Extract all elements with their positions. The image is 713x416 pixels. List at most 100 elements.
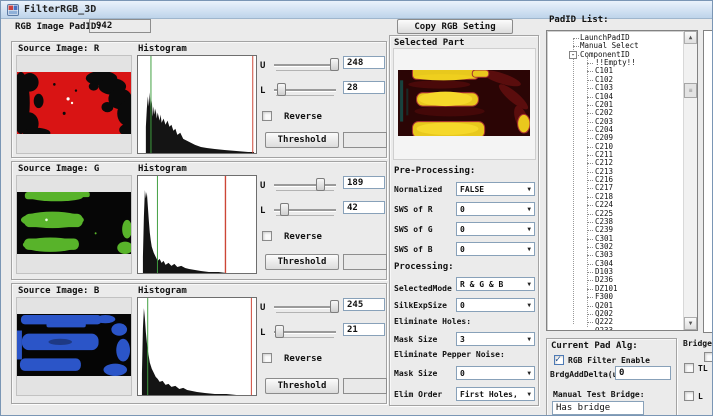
- tree-item[interactable]: C239: [547, 226, 684, 234]
- l-slider-g[interactable]: [274, 202, 336, 218]
- u-value-r[interactable]: 248: [343, 56, 385, 69]
- app-icon: [7, 4, 19, 16]
- u-slider-g[interactable]: [274, 177, 336, 193]
- tree-item[interactable]: !!Empty!!: [547, 59, 684, 67]
- tree-item[interactable]: C212: [547, 159, 684, 167]
- l-checkbox[interactable]: [684, 391, 694, 401]
- source-image-g-panel: Source Image: G Histogram: [11, 161, 387, 280]
- tree-item[interactable]: C101: [547, 67, 684, 75]
- u-label-b: U: [260, 303, 265, 313]
- l-label-g: L: [260, 206, 265, 216]
- l-value-r[interactable]: 28: [343, 81, 385, 94]
- scroll-down-icon[interactable]: ▼: [684, 317, 697, 330]
- holes-mask-dropdown[interactable]: 3 ▼: [456, 332, 535, 346]
- tree-item[interactable]: C204: [547, 126, 684, 134]
- slider-thumb[interactable]: [275, 325, 284, 338]
- tree-item[interactable]: C301: [547, 235, 684, 243]
- threshold-button-b[interactable]: Threshold: [265, 378, 339, 394]
- slider-thumb[interactable]: [316, 178, 325, 191]
- scroll-up-icon[interactable]: ▲: [684, 31, 697, 44]
- u-value-b[interactable]: 245: [343, 298, 385, 311]
- rgb-filter-checkbox[interactable]: [554, 355, 564, 365]
- tree-item[interactable]: C203: [547, 118, 684, 126]
- tree-item[interactable]: C218: [547, 193, 684, 201]
- slider-thumb[interactable]: [277, 83, 286, 96]
- tree-item[interactable]: C210: [547, 143, 684, 151]
- reverse-checkbox-r[interactable]: [262, 111, 272, 121]
- scrollbar-thumb[interactable]: ≡: [684, 83, 697, 98]
- slider-thumb[interactable]: [280, 203, 289, 216]
- reverse-label-g: Reverse: [284, 232, 322, 242]
- tree-item[interactable]: F300: [547, 293, 684, 301]
- tree-item[interactable]: C304: [547, 260, 684, 268]
- tree-item[interactable]: C202: [547, 109, 684, 117]
- tree-item[interactable]: C217: [547, 184, 684, 192]
- bridge-panel-title: Bridge: [683, 339, 712, 348]
- l-value-g[interactable]: 42: [343, 201, 385, 214]
- slider-thumb[interactable]: [330, 300, 339, 313]
- tree-item[interactable]: Q201: [547, 302, 684, 310]
- pepper-mask-dropdown[interactable]: 0 ▼: [456, 366, 535, 380]
- chevron-down-icon: ▼: [527, 186, 531, 193]
- slider-thumb[interactable]: [330, 58, 339, 71]
- tree-item[interactable]: C201: [547, 101, 684, 109]
- manual-test-bridge-input[interactable]: Has bridge: [552, 401, 644, 415]
- slider-tick-line: [276, 190, 334, 191]
- tree-item[interactable]: C209: [547, 134, 684, 142]
- reverse-checkbox-b[interactable]: [262, 353, 272, 363]
- normalized-dropdown[interactable]: FALSE ▼: [456, 182, 535, 196]
- tree-item[interactable]: C102: [547, 76, 684, 84]
- tree-item[interactable]: Q233: [547, 327, 684, 331]
- tree-item[interactable]: Q202: [547, 310, 684, 318]
- source-image-b-panel: Source Image: B Histogram: [11, 283, 387, 404]
- threshold-button-r[interactable]: Threshold: [265, 132, 339, 148]
- panel-title-b: Source Image: B: [18, 286, 99, 296]
- tree-item[interactable]: C213: [547, 168, 684, 176]
- tree-item[interactable]: C216: [547, 176, 684, 184]
- tree-item[interactable]: C211: [547, 151, 684, 159]
- bridge-checkbox-partial[interactable]: [704, 352, 713, 362]
- sws-g-dropdown[interactable]: 0 ▼: [456, 222, 535, 236]
- sws-r-dropdown[interactable]: 0 ▼: [456, 202, 535, 216]
- l-label-r: L: [260, 86, 265, 96]
- tree-item[interactable]: Q222: [547, 318, 684, 326]
- source-image-r-picture: [17, 72, 131, 134]
- tree-item[interactable]: C302: [547, 243, 684, 251]
- sws-r-label: SWS of R: [394, 205, 433, 214]
- l-label: L: [698, 392, 703, 401]
- l-value-b[interactable]: 21: [343, 323, 385, 336]
- tree-item[interactable]: C238: [547, 218, 684, 226]
- window-title: FilterRGB_3D: [24, 4, 96, 15]
- manual-test-bridge-label: Manual Test Bridge:: [553, 390, 645, 399]
- tree-item[interactable]: C104: [547, 93, 684, 101]
- u-slider-b[interactable]: [274, 299, 336, 315]
- u-value-g[interactable]: 189: [343, 176, 385, 189]
- elim-order-dropdown[interactable]: First Holes, ▼: [456, 387, 535, 401]
- tree-item[interactable]: C225: [547, 210, 684, 218]
- chevron-down-icon: ▼: [527, 391, 531, 398]
- chevron-down-icon: ▼: [527, 336, 531, 343]
- bridge-delta-input[interactable]: 0: [615, 366, 671, 380]
- reverse-label-r: Reverse: [284, 112, 322, 122]
- l-slider-r[interactable]: [274, 82, 336, 98]
- tree-item[interactable]: D103: [547, 268, 684, 276]
- selected-mode-dropdown[interactable]: R & G & B ▼: [456, 277, 535, 291]
- sws-b-dropdown[interactable]: 0 ▼: [456, 242, 535, 256]
- histogram-label-b: Histogram: [138, 286, 187, 296]
- padid-tree[interactable]: LaunchPadIDManual Select-ComponentID!!Em…: [546, 30, 698, 331]
- panel-title-g: Source Image: G: [18, 164, 99, 174]
- eliminate-holes-title: Eliminate Holes:: [394, 317, 471, 326]
- tree-item[interactable]: C224: [547, 201, 684, 209]
- copy-rgb-setting-button[interactable]: Copy RGB Seting: [397, 19, 513, 34]
- l-slider-b[interactable]: [274, 324, 336, 340]
- tree-scrollbar[interactable]: ▲ ≡ ▼: [683, 31, 697, 330]
- threshold-button-g[interactable]: Threshold: [265, 254, 339, 270]
- reverse-checkbox-g[interactable]: [262, 231, 272, 241]
- tl-checkbox[interactable]: [684, 363, 694, 373]
- silk-exp-size-dropdown[interactable]: 0 ▼: [456, 298, 535, 312]
- tree-item[interactable]: C303: [547, 251, 684, 259]
- collapse-icon[interactable]: -: [569, 51, 577, 59]
- tree-item[interactable]: DZ101: [547, 285, 684, 293]
- tree-item[interactable]: C103: [547, 84, 684, 92]
- u-slider-r[interactable]: [274, 57, 336, 73]
